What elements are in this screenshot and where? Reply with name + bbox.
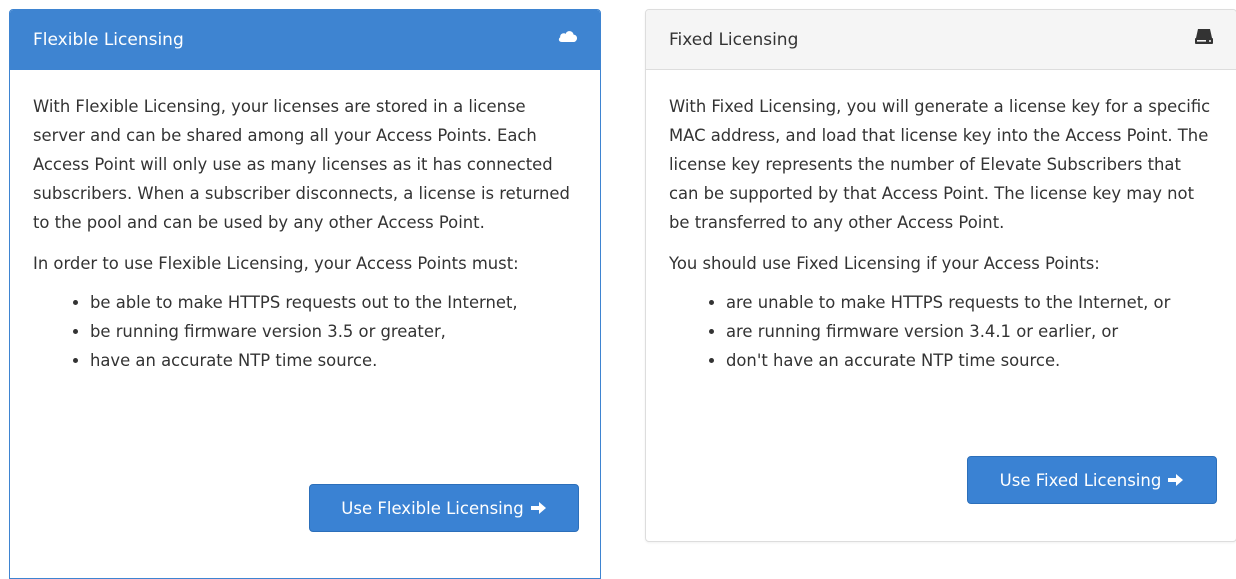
hdd-icon <box>1195 29 1213 44</box>
flexible-licensing-heading: Flexible Licensing <box>10 10 600 70</box>
fixed-description: With Fixed Licensing, you will generate … <box>669 97 1211 232</box>
use-flexible-licensing-button[interactable]: Use Flexible Licensing <box>309 484 579 532</box>
cloud-icon <box>558 31 578 42</box>
list-item: are unable to make HTTPS requests to the… <box>726 288 1213 317</box>
fixed-conditions-list: are unable to make HTTPS requests to the… <box>669 288 1213 375</box>
list-item: are running firmware version 3.4.1 or ea… <box>726 317 1213 346</box>
list-item: be running firmware version 3.5 or great… <box>90 317 577 346</box>
flexible-requirements-list: be able to make HTTPS requests out to th… <box>33 288 577 375</box>
flexible-licensing-panel: Flexible Licensing With Flexible Licensi… <box>9 9 601 579</box>
use-fixed-licensing-label: Use Fixed Licensing <box>999 470 1162 490</box>
arrow-right-icon <box>1168 474 1184 486</box>
list-item: be able to make HTTPS requests out to th… <box>90 288 577 317</box>
list-item: have an accurate NTP time source. <box>90 346 577 375</box>
arrow-right-icon <box>530 502 546 514</box>
fixed-licensing-panel: Fixed Licensing With Fixed Licensing, yo… <box>645 9 1236 542</box>
flexible-requirements-intro: In order to use Flexible Licensing, your… <box>33 254 519 273</box>
flexible-licensing-title: Flexible Licensing <box>33 30 184 50</box>
use-flexible-licensing-label: Use Flexible Licensing <box>341 498 524 518</box>
fixed-conditions-intro: You should use Fixed Licensing if your A… <box>669 254 1100 273</box>
flexible-description: With Flexible Licensing, your licenses a… <box>33 97 570 232</box>
fixed-licensing-heading: Fixed Licensing <box>646 10 1236 70</box>
flexible-licensing-body: With Flexible Licensing, your licenses a… <box>10 70 600 375</box>
fixed-licensing-body: With Fixed Licensing, you will generate … <box>646 70 1236 375</box>
list-item: don't have an accurate NTP time source. <box>726 346 1213 375</box>
fixed-licensing-title: Fixed Licensing <box>669 29 799 50</box>
use-fixed-licensing-button[interactable]: Use Fixed Licensing <box>967 456 1217 504</box>
